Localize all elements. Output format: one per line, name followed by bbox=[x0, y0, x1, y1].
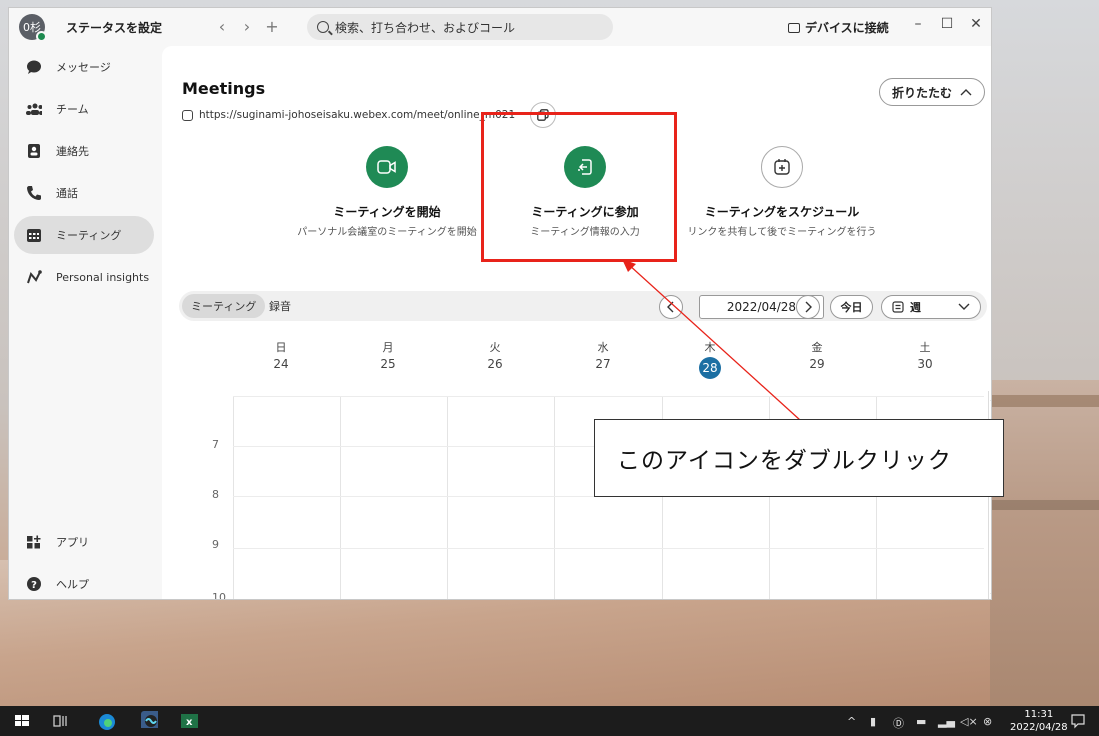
network-icon[interactable]: ▂▄ bbox=[938, 715, 955, 728]
annotation-arrow bbox=[622, 259, 801, 421]
action-center-icon[interactable] bbox=[1069, 712, 1087, 730]
ime-icon[interactable]: Ⓓ bbox=[893, 715, 904, 731]
edge-icon[interactable] bbox=[97, 712, 115, 730]
callout-box: このアイコンをダブルクリック bbox=[594, 419, 1004, 497]
taskbar: x ^ ▮ Ⓓ ▬ ▂▄ ◁× ⊗ 11:31 2022/04/28 bbox=[0, 706, 1099, 736]
excel-icon[interactable]: x bbox=[180, 712, 198, 730]
clock[interactable]: 11:31 2022/04/28 bbox=[1010, 708, 1068, 734]
windows-start-icon[interactable] bbox=[13, 712, 31, 730]
task-view-icon[interactable] bbox=[51, 712, 69, 730]
show-hidden-icons-icon[interactable]: ^ bbox=[847, 715, 856, 728]
clock-date: 2022/04/28 bbox=[1010, 722, 1068, 733]
callout-text: このアイコンをダブルクリック bbox=[617, 448, 952, 474]
volume-mute-icon[interactable]: ◁× bbox=[960, 715, 978, 728]
usb-icon[interactable]: ▮ bbox=[870, 715, 876, 728]
webex-icon[interactable] bbox=[140, 710, 158, 728]
battery-icon[interactable]: ▬ bbox=[916, 715, 926, 728]
svg-text:x: x bbox=[186, 717, 193, 728]
notification-blocked-icon[interactable]: ⊗ bbox=[983, 715, 992, 728]
clock-time: 11:31 bbox=[1024, 709, 1054, 720]
